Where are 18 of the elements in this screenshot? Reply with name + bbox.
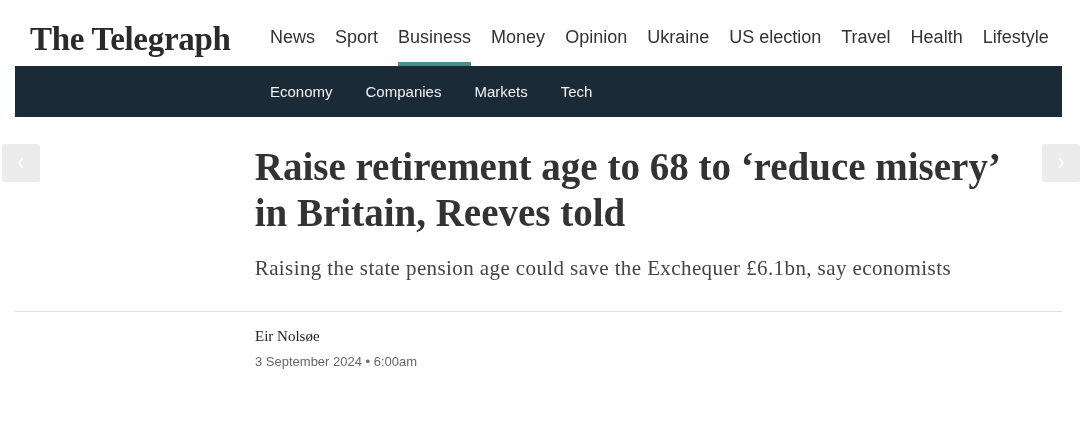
site-logo[interactable]: The Telegraph [30,8,270,58]
nav-link[interactable]: News [270,27,315,66]
nav-link[interactable]: Money [491,27,546,66]
subsection-link[interactable]: Economy [270,83,333,100]
subsection-link[interactable]: Tech [560,83,593,100]
subsection-link[interactable]: Companies [365,83,442,100]
author-name[interactable]: Eir Nolsøe [255,328,320,345]
article-headline: Raise retirement age to 68 to ‘reduce misery’ in Britain, Reeves told [254,144,999,236]
nav-link[interactable]: Sport [335,27,379,66]
nav-link[interactable]: Travel [841,27,891,66]
subsection-link[interactable]: Markets [474,83,528,100]
publish-date: 3 September 2024 • 6:00am [255,354,418,369]
nav-link[interactable]: Lifestyle [982,27,1049,66]
article-standfirst: Raising the state pension age could save the Exchequer £6.1bn, say economists [254,256,952,281]
nav-link[interactable]: Ukraine [647,27,710,66]
nav-link[interactable]: Health [910,27,963,66]
nav-link[interactable]: Opinion [565,27,628,66]
nav-link[interactable]: US election [729,27,822,66]
